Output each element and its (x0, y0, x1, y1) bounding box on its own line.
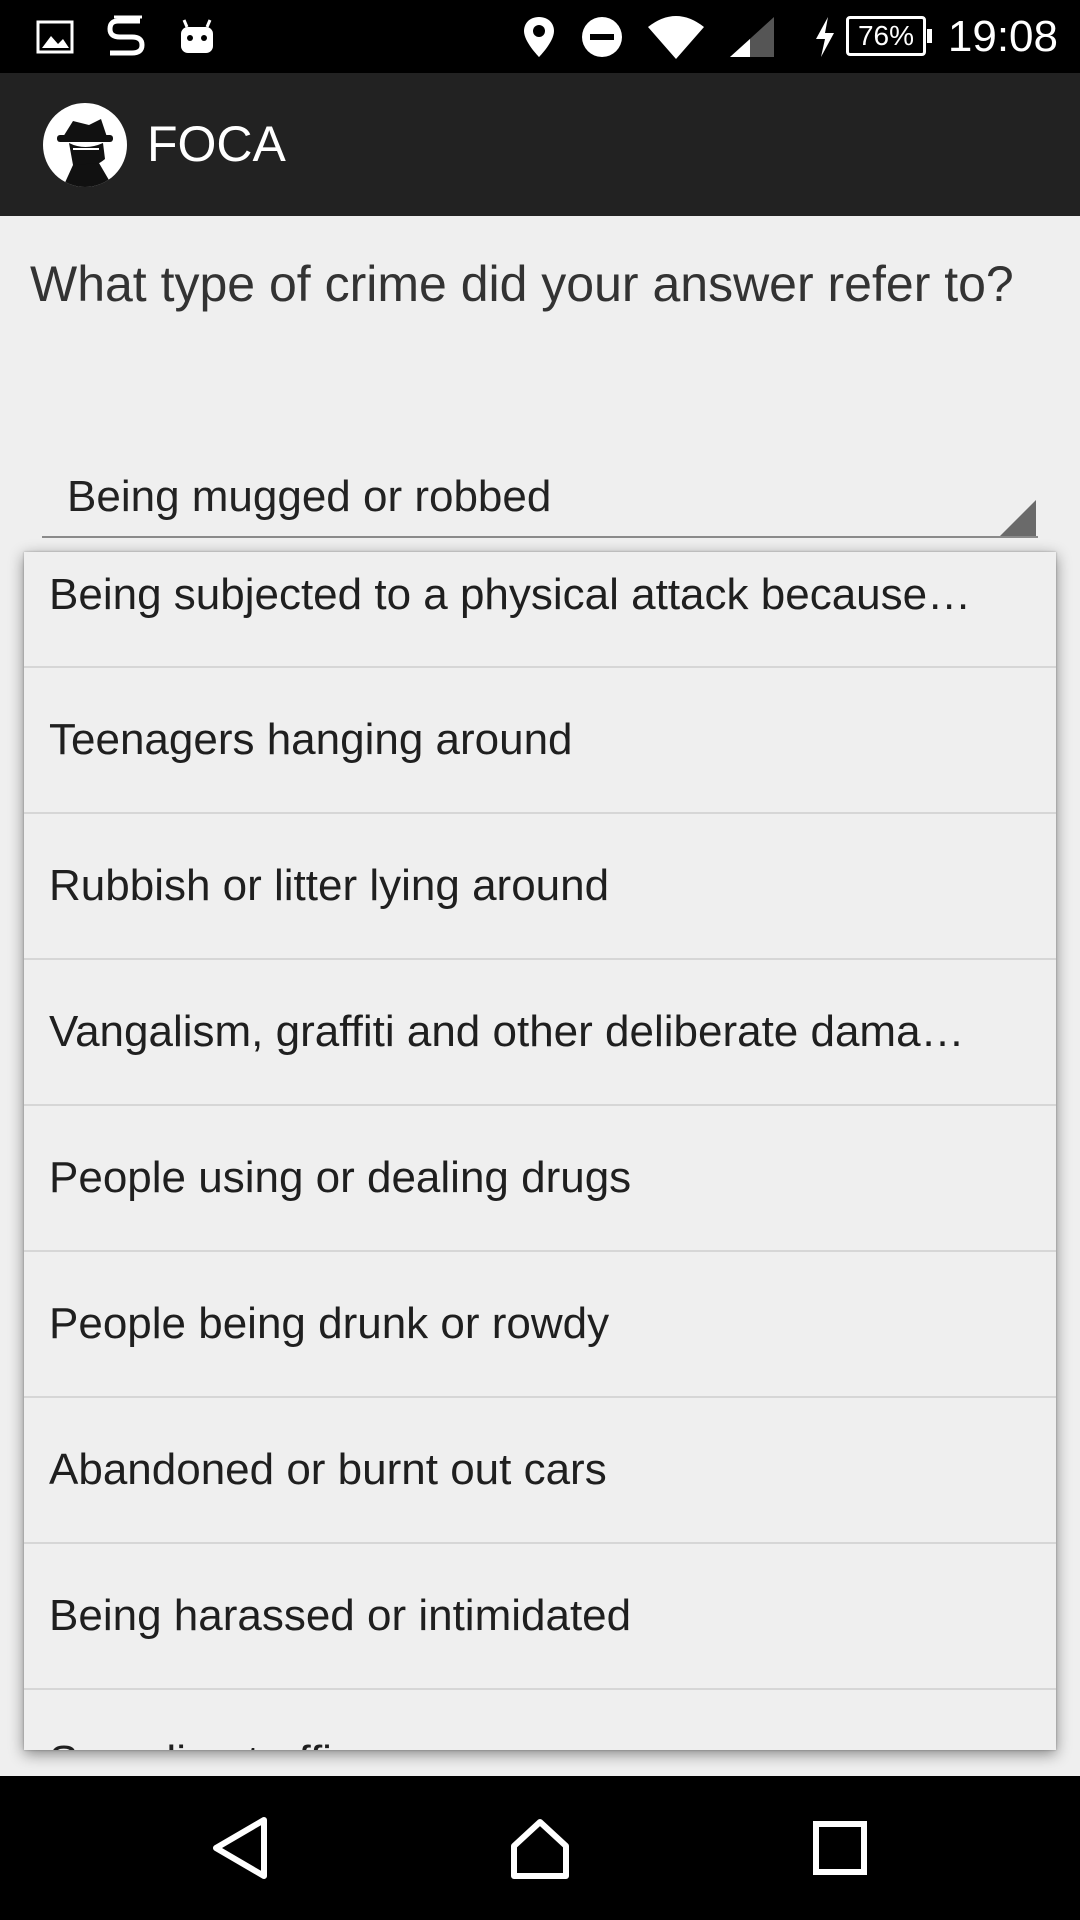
list-item-label: Teenagers hanging around (49, 715, 573, 764)
list-item[interactable]: Abandoned or burnt out cars (24, 1398, 1056, 1544)
list-item-label: Vangalism, graffiti and other deliberate… (49, 1007, 965, 1056)
gallery-icon (36, 0, 74, 73)
location-icon (520, 0, 558, 73)
crime-type-spinner[interactable]: Being mugged or robbed (42, 462, 1038, 538)
list-item-label: People being drunk or rowdy (49, 1299, 610, 1348)
back-icon[interactable] (160, 1776, 320, 1920)
recents-icon[interactable] (760, 1776, 920, 1920)
battery-icon: 76% (846, 16, 932, 56)
app-bar: FOCA (0, 73, 1080, 216)
status-bar: 76% 19:08 (0, 0, 1080, 73)
signal-icon (728, 0, 776, 73)
spinner-selected-value: Being mugged or robbed (67, 472, 552, 521)
list-item-label: Being harassed or intimidated (49, 1591, 632, 1640)
list-item-label: People using or dealing drugs (49, 1153, 632, 1202)
list-item-label: Speeding traffic (49, 1737, 354, 1750)
s-app-icon (106, 0, 146, 73)
home-icon[interactable] (460, 1776, 620, 1920)
list-item[interactable]: People using or dealing drugs (24, 1106, 1056, 1252)
list-item-label: Rubbish or litter lying around (49, 861, 610, 910)
android-icon (178, 0, 216, 73)
list-item[interactable]: Being harassed or intimidated (24, 1544, 1056, 1690)
list-item[interactable]: Vangalism, graffiti and other deliberate… (24, 960, 1056, 1106)
list-item[interactable]: Teenagers hanging around (24, 668, 1056, 814)
clock: 19:08 (947, 12, 1058, 61)
list-item[interactable]: Rubbish or litter lying around (24, 814, 1056, 960)
list-item[interactable]: People being drunk or rowdy (24, 1252, 1056, 1398)
list-item[interactable]: Speeding traffic (24, 1690, 1056, 1750)
dropdown-list[interactable]: Being subjected to a physical attack bec… (24, 552, 1056, 1750)
list-item-label: Being subjected to a physical attack bec… (49, 570, 972, 619)
list-item[interactable]: Being subjected to a physical attack bec… (24, 552, 1056, 668)
navigation-bar (0, 1776, 1080, 1920)
charging-icon (812, 0, 838, 73)
app-title: FOCA (147, 116, 286, 172)
spy-logo-icon[interactable] (43, 103, 127, 187)
list-item-label: Abandoned or burnt out cars (49, 1445, 607, 1494)
question-text: What type of crime did your answer refer… (30, 256, 1014, 312)
dropdown-arrow-icon (1000, 500, 1036, 536)
wifi-icon (646, 0, 706, 73)
do-not-disturb-icon (580, 0, 624, 73)
